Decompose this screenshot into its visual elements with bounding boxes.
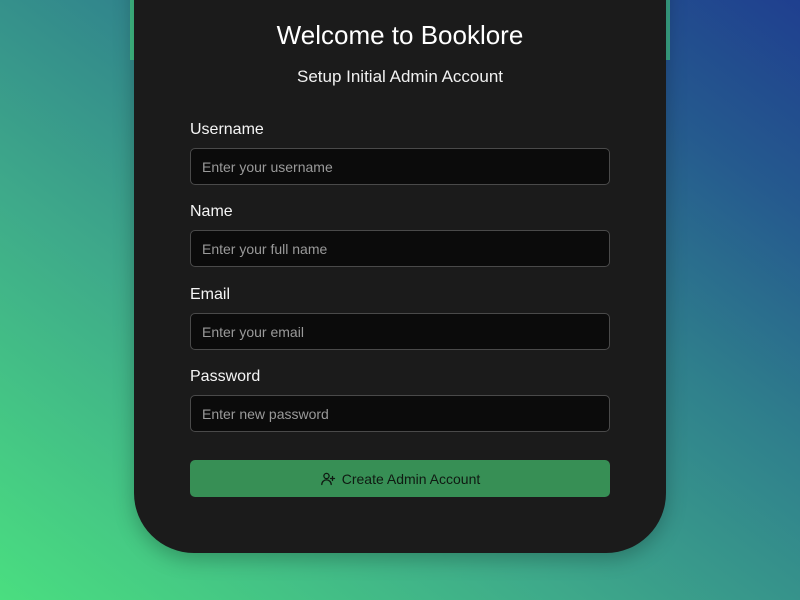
name-label: Name [190,203,233,220]
password-label: Password [190,368,261,385]
email-input[interactable] [190,313,610,350]
name-input[interactable] [190,230,610,267]
email-label: Email [190,286,231,303]
user-plus-icon [320,471,336,487]
page-title: Welcome to Booklore [276,20,524,50]
username-label: Username [190,121,264,138]
username-input[interactable] [190,148,610,185]
page-subtitle: Setup Initial Admin Account [296,67,504,86]
card-edge-glow-right [666,0,670,60]
setup-card: Welcome to Booklore Setup Initial Admin … [134,0,666,553]
create-admin-account-label: Create Admin Account [341,470,481,487]
password-input[interactable] [190,395,610,432]
create-admin-account-button[interactable]: Create Admin Account [190,460,610,497]
